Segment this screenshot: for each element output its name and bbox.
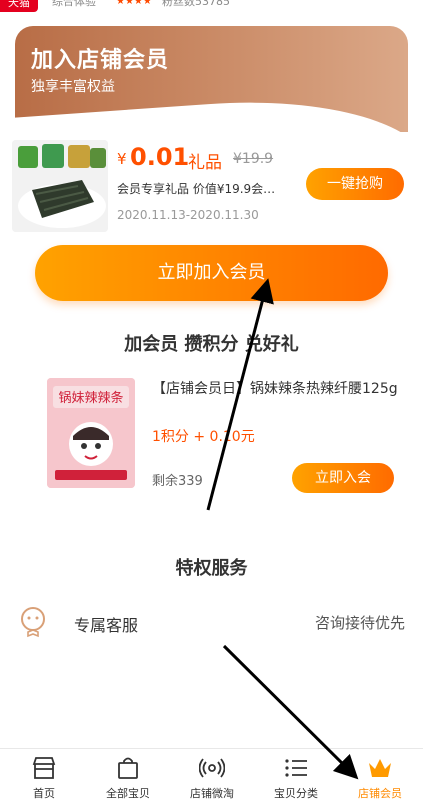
- points-product-price: 1积分 + 0.10元: [152, 429, 255, 445]
- tab-label: 宝贝分类: [274, 787, 318, 800]
- points-product-name[interactable]: 【店铺会员日】锅妹辣条热辣纤腰125g: [152, 378, 410, 400]
- tab-shop-member[interactable]: 店铺会员: [338, 749, 422, 800]
- shop-info-strip: 天猫 综合体验 ★★★★ 粉丝数53785: [0, 0, 423, 14]
- tab-categories[interactable]: 宝贝分类: [254, 749, 338, 800]
- customer-service-icon: [18, 606, 48, 638]
- tab-home[interactable]: 首页: [2, 749, 86, 800]
- join-member-button[interactable]: 立即加入会员: [35, 245, 388, 301]
- gift-original-price: ¥19.9: [233, 151, 274, 167]
- points-product-remaining: 剩余339: [152, 474, 203, 489]
- broadcast-icon: [199, 758, 225, 778]
- grab-gift-button[interactable]: 一键抢购: [306, 168, 404, 200]
- bottom-tab-bar: 首页 全部宝贝 店铺微淘 宝贝分类 店铺会员: [0, 748, 423, 800]
- gift-product-image[interactable]: [12, 140, 108, 232]
- followers-count: 粉丝数53785: [162, 0, 230, 8]
- points-section-title: 加会员 攒积分 兑好礼: [124, 334, 299, 355]
- package-text: 锅妹辣辣条: [58, 390, 123, 406]
- join-now-button[interactable]: 立即入会: [292, 463, 394, 493]
- tab-label: 全部宝贝: [106, 787, 150, 800]
- experience-label: 综合体验: [52, 0, 96, 8]
- rating-stars: ★★★★: [116, 0, 152, 7]
- shopping-bag-icon: [118, 757, 138, 779]
- tab-all-items[interactable]: 全部宝贝: [86, 749, 170, 800]
- gift-price: 0.01: [130, 143, 190, 171]
- gift-description: 会员专享礼品 价值¥19.9会…: [117, 182, 276, 196]
- tab-shop-feed[interactable]: 店铺微淘: [170, 749, 254, 800]
- tab-label: 店铺会员: [358, 787, 402, 800]
- service-description: 咨询接待优先: [314, 614, 405, 632]
- tmall-badge: 天猫: [0, 0, 38, 12]
- gift-price-symbol: ¥: [117, 150, 127, 168]
- storefront-icon: [32, 757, 56, 779]
- gift-date-range: 2020.11.13-2020.11.30: [117, 208, 259, 222]
- crown-icon: [369, 759, 391, 777]
- points-product-image[interactable]: 锅妹辣辣条: [47, 378, 135, 488]
- service-name: 专属客服: [74, 616, 139, 635]
- list-icon: [285, 759, 307, 777]
- privilege-section-title: 特权服务: [175, 558, 248, 579]
- tab-label: 店铺微淘: [190, 787, 234, 800]
- tab-label: 首页: [33, 787, 55, 800]
- member-title: 加入店铺会员: [31, 48, 170, 73]
- member-header-card: 加入店铺会员 独享丰富权益: [15, 26, 408, 132]
- gift-tag: 礼品: [188, 153, 222, 173]
- member-subtitle: 独享丰富权益: [31, 79, 115, 95]
